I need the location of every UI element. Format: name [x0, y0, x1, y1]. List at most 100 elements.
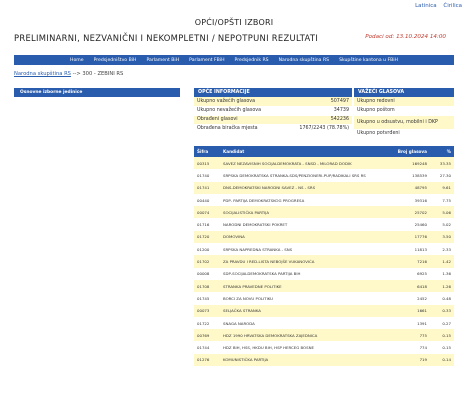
table-row[interactable]: 00008 SDP-SOCIJALDEMOKRATSKA PARTIJA BIH 6… — [194, 267, 454, 280]
cyrillic-link[interactable]: Ćirilica — [443, 3, 462, 9]
table-row[interactable]: 01200 SRPSKA NAPREDNA STRANKA - SNS 11813 2… — [194, 243, 454, 256]
cell-candidate: NARODNI DEMOKRATSKI POKRET — [220, 218, 390, 231]
cell-votes: 1661 — [390, 304, 430, 317]
cell-candidate: ZA PRAVDU I RED-LISTA NEBOJŠE VUKANOVIĆA — [220, 255, 390, 268]
cell-votes: 1391 — [390, 316, 430, 330]
header-code[interactable]: Šifra — [194, 146, 220, 157]
results-header-row: Šifra Kandidat Broj glasova % — [194, 146, 454, 157]
cell-votes: 6925 — [390, 267, 430, 280]
cell-percent: 27.30 — [430, 169, 454, 182]
cell-code: 01716 — [194, 218, 220, 231]
valid-votes-panel: VAŽEĆI GLASOVA Ukupno redovni Ukupno poš… — [354, 88, 454, 139]
nav-parliament-fbih[interactable]: Parlament FBiH — [187, 58, 226, 63]
cell-code: 01200 — [194, 243, 220, 256]
latin-link[interactable]: Latinica — [415, 3, 437, 9]
table-row[interactable]: 01741 DNS-DEMOKRATSKI NARODNI SAVEZ - NS … — [194, 181, 454, 194]
general-row: Ukupno važećih glasova 507497 — [194, 97, 352, 107]
breadcrumb-current: --> 300 - ZEBINI RS — [70, 71, 124, 77]
cell-code: 01720 — [194, 230, 220, 244]
table-row[interactable]: 00769 HDZ 1990 HRVATSKA DEMOKRATSKA ZAJED… — [194, 329, 454, 342]
cell-code: 00008 — [194, 267, 220, 280]
cell-percent: 3.50 — [430, 230, 454, 244]
nav-cantonal-assemblies[interactable]: Skupštine kantona u FBiH — [337, 58, 400, 63]
table-row[interactable]: 01740 SRPSKA DEMOKRATSKA STRANKA-SDS/PENZ… — [194, 169, 454, 182]
cell-percent: 0.15 — [430, 341, 454, 354]
valid-votes-label: Ukupno poštom — [354, 106, 454, 116]
valid-votes-row: Ukupno u odsustvu, mobilni i DKP — [354, 115, 454, 130]
cell-candidate: SRPSKA DEMOKRATSKA STRANKA-SDS/PENZIONER… — [220, 169, 390, 182]
general-info-title: OPĆE INFORMACIJE — [194, 88, 352, 97]
header-percent[interactable]: % — [430, 146, 454, 157]
cell-code: 01741 — [194, 181, 220, 194]
cell-votes: 11813 — [390, 243, 430, 256]
table-row[interactable]: 00315 SAVEZ NEZAVISNIH SOCIJALDEMOKRATA -… — [194, 157, 454, 170]
general-row: Obrađeni glasovi 542236 — [194, 115, 352, 125]
cell-votes: 48795 — [390, 181, 430, 194]
table-row[interactable]: 01722 SNAGA NARODA 1391 0.27 — [194, 316, 454, 330]
table-row[interactable]: 00440 PDP- PARTIJA DEMOKRATSKOG PROGRESA 3… — [194, 193, 454, 207]
nav-president-rs[interactable]: Predsjednik RS — [233, 58, 271, 63]
cell-votes: 138539 — [390, 169, 430, 182]
valid-votes-title: VAŽEĆI GLASOVA — [354, 88, 454, 97]
cell-votes: 7216 — [390, 255, 430, 268]
valid-votes-label: Ukupno potvrđeni — [354, 129, 454, 139]
page-subtitle: PRELIMINARNI, NEZVANIČNI I NEKOMPLETNI /… — [14, 33, 319, 43]
general-row: Ukupno nevažećih glasova 34739 — [194, 106, 352, 116]
nav-presidency-bih[interactable]: Predsjedništvo BiH — [92, 58, 139, 63]
valid-votes-row: Ukupno potvrđeni — [354, 129, 454, 139]
cell-candidate: STRANKA PRAVEDNE POLITIKE — [220, 279, 390, 293]
cell-percent: 5.06 — [430, 206, 454, 219]
cell-votes: 25460 — [390, 218, 430, 231]
cell-code: 01708 — [194, 279, 220, 293]
general-label: Obrađeni glasovi — [194, 115, 283, 125]
cell-candidate: KOMUNISTIČKA PARTIJA — [220, 353, 390, 367]
cell-votes: 2452 — [390, 292, 430, 305]
valid-votes-label: Ukupno u odsustvu, mobilni i DKP — [354, 115, 454, 130]
electoral-units-panel[interactable]: Osnovne izborne jedinice — [14, 88, 180, 97]
cell-percent: 0.14 — [430, 353, 454, 367]
table-row[interactable]: 01716 NARODNI DEMOKRATSKI POKRET 25460 5.02 — [194, 218, 454, 231]
cell-votes: 25702 — [390, 206, 430, 219]
general-label: Ukupno nevažećih glasova — [194, 106, 283, 116]
table-row[interactable]: 01276 KOMUNISTIČKA PARTIJA 719 0.14 — [194, 353, 454, 367]
cell-votes: 39316 — [390, 193, 430, 207]
valid-votes-row: Ukupno poštom — [354, 106, 454, 116]
published-timestamp: Podaci od: 13.10.2024 14:00 — [365, 34, 446, 40]
header-votes[interactable]: Broj glasova — [390, 146, 430, 157]
cell-percent: 5.02 — [430, 218, 454, 231]
cell-percent: 0.33 — [430, 304, 454, 317]
cell-code: 01276 — [194, 353, 220, 367]
general-value: 507497 — [282, 97, 352, 107]
breadcrumb: Narodna skupština RS --> 300 - ZEBINI RS — [14, 71, 123, 77]
valid-votes-row: Ukupno redovni — [354, 97, 454, 107]
table-row[interactable]: 00073 SELJAČKA STRANKA 1661 0.33 — [194, 304, 454, 317]
table-row[interactable]: 00074 SOCIJALISTIČKA PARTIJA 25702 5.06 — [194, 206, 454, 219]
general-value: 542236 — [282, 115, 352, 125]
cell-code: 01744 — [194, 341, 220, 354]
nav-parliament-bih[interactable]: Parlament BiH — [144, 58, 181, 63]
table-row[interactable]: 01702 ZA PRAVDU I RED-LISTA NEBOJŠE VUKAN… — [194, 255, 454, 268]
table-row[interactable]: 01708 STRANKA PRAVEDNE POLITIKE 6418 1.26 — [194, 279, 454, 293]
table-row[interactable]: 01720 DOMOVINA 17776 3.50 — [194, 230, 454, 244]
cell-percent: 33.35 — [430, 157, 454, 170]
cell-votes: 719 — [390, 353, 430, 367]
nav-national-assembly-rs[interactable]: Narodna skupština RS — [277, 58, 331, 63]
cell-code: 00440 — [194, 193, 220, 207]
header-candidate[interactable]: Kandidat — [220, 146, 390, 157]
table-row[interactable]: 01744 HDZ BIH, HSS, HKDU BIH, HSP HERCEG … — [194, 341, 454, 354]
cell-percent: 0.15 — [430, 329, 454, 342]
nav-home[interactable]: Home — [68, 58, 86, 63]
cell-code: 01722 — [194, 316, 220, 330]
general-label: Obrađena biračka mjesta — [194, 124, 283, 134]
cell-percent: 2.33 — [430, 243, 454, 256]
cell-candidate: DOMOVINA — [220, 230, 390, 244]
cell-percent: 1.36 — [430, 267, 454, 280]
cell-candidate: SNAGA NARODA — [220, 316, 390, 330]
cell-percent: 0.48 — [430, 292, 454, 305]
cell-votes: 774 — [390, 341, 430, 354]
cell-candidate: SDP-SOCIJALDEMOKRATSKA PARTIJA BIH — [220, 267, 390, 280]
table-row[interactable]: 01745 BORCI ZA NOVU POLITIKU 2452 0.48 — [194, 292, 454, 305]
cell-code: 00074 — [194, 206, 220, 219]
breadcrumb-link[interactable]: Narodna skupština RS — [14, 71, 71, 77]
cell-candidate: SOCIJALISTIČKA PARTIJA — [220, 206, 390, 219]
